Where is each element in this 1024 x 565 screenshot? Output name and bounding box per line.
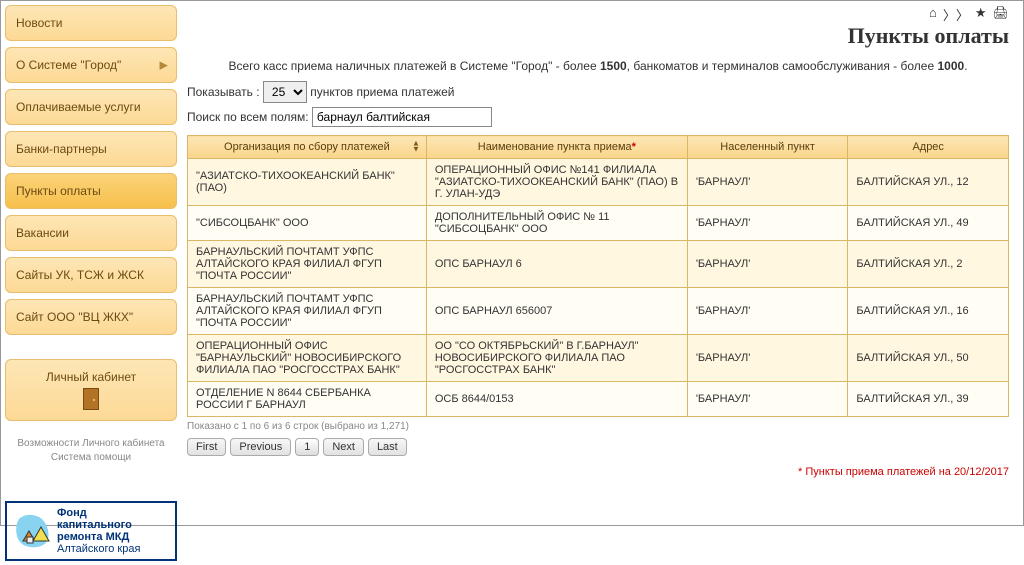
main-content: ⌂ 〉〉 ★ 🖨 Пункты оплаты Всего касс приема… bbox=[181, 1, 1023, 565]
cell-org: ОПЕРАЦИОННЫЙ ОФИС "БАРНАУЛЬСКИЙ" НОВОСИБ… bbox=[188, 335, 427, 382]
sort-icon: ▲▼ bbox=[412, 141, 420, 154]
table-info: Показано с 1 по 6 из 6 строк (выбрано из… bbox=[187, 421, 1009, 432]
sidebar-item-label: Банки-партнеры bbox=[16, 142, 107, 156]
th-name[interactable]: Наименование пункта приема* bbox=[426, 136, 687, 159]
sidebar-cabinet-label: Личный кабинет bbox=[46, 370, 136, 384]
sidebar-item-label: Вакансии bbox=[16, 226, 69, 240]
table-row: "СИБСОЦБАНК" ОООДОПОЛНИТЕЛЬНЫЙ ОФИС № 11… bbox=[188, 206, 1009, 241]
sidebar-item-label: Пункты оплаты bbox=[16, 184, 101, 198]
fund-logo-icon bbox=[13, 511, 53, 551]
table-row: "АЗИАТСКО-ТИХООКЕАНСКИЙ БАНК" (ПАО)ОПЕРА… bbox=[188, 159, 1009, 206]
page-title: Пункты оплаты bbox=[187, 23, 1009, 49]
top-icons: ⌂ 〉〉 ★ 🖨 bbox=[929, 5, 1009, 24]
footnote: * Пункты приема платежей на 20/12/2017 bbox=[187, 466, 1009, 478]
pager: First Previous 1 Next Last bbox=[187, 438, 1009, 456]
search-input[interactable] bbox=[312, 107, 492, 127]
cell-city: 'БАРНАУЛ' bbox=[687, 159, 848, 206]
sidebar-item-7[interactable]: Сайт ООО "ВЦ ЖКХ" bbox=[5, 299, 177, 335]
chevron-right-icon: ▶ bbox=[160, 59, 168, 72]
cell-org: ОТДЕЛЕНИЕ N 8644 СБЕРБАНКА РОССИИ Г БАРН… bbox=[188, 382, 427, 417]
pager-next[interactable]: Next bbox=[323, 438, 364, 456]
th-org[interactable]: Организация по сбору платежей ▲▼ bbox=[188, 136, 427, 159]
cell-org: "СИБСОЦБАНК" ООО bbox=[188, 206, 427, 241]
cell-addr: БАЛТИЙСКАЯ УЛ., 16 bbox=[848, 288, 1009, 335]
pager-last[interactable]: Last bbox=[368, 438, 407, 456]
star-icon[interactable]: ★ bbox=[975, 5, 987, 24]
sidebar: Новости О Системе "Город" ▶ Оплачиваемые ус… bbox=[1, 1, 181, 565]
th-addr[interactable]: Адрес bbox=[848, 136, 1009, 159]
cell-org: БАРНАУЛЬСКИЙ ПОЧТАМТ УФПС АЛТАЙСКОГО КРА… bbox=[188, 241, 427, 288]
cell-name: ОПС БАРНАУЛ 656007 bbox=[426, 288, 687, 335]
cell-name: ОО "СО ОКТЯБРЬСКИЙ" В Г.БАРНАУЛ" НОВОСИБ… bbox=[426, 335, 687, 382]
cell-city: 'БАРНАУЛ' bbox=[687, 241, 848, 288]
sidebar-item-label: Новости bbox=[16, 16, 62, 30]
sidebar-badge[interactable]: Фонд капитального ремонта МКД Алтайского… bbox=[5, 501, 177, 561]
cell-name: ОСБ 8644/0153 bbox=[426, 382, 687, 417]
sidebar-cabinet[interactable]: Личный кабинет bbox=[5, 359, 177, 421]
intro-text: Всего касс приема наличных платежей в Си… bbox=[187, 59, 1009, 73]
print-icon[interactable]: 🖨 bbox=[992, 5, 1009, 24]
cell-city: 'БАРНАУЛ' bbox=[687, 206, 848, 241]
sidebar-hint: Возможности Личного кабинета Система пом… bbox=[5, 437, 177, 465]
table-row: БАРНАУЛЬСКИЙ ПОЧТАМТ УФПС АЛТАЙСКОГО КРА… bbox=[188, 241, 1009, 288]
sidebar-item-0[interactable]: Новости bbox=[5, 5, 177, 41]
pager-page-1[interactable]: 1 bbox=[295, 438, 319, 456]
cell-addr: БАЛТИЙСКАЯ УЛ., 50 bbox=[848, 335, 1009, 382]
table-row: БАРНАУЛЬСКИЙ ПОЧТАМТ УФПС АЛТАЙСКОГО КРА… bbox=[188, 288, 1009, 335]
search-row: Поиск по всем полям: bbox=[187, 107, 1009, 127]
sidebar-item-label: Оплачиваемые услуги bbox=[16, 100, 141, 114]
cell-city: 'БАРНАУЛ' bbox=[687, 382, 848, 417]
cell-org: БАРНАУЛЬСКИЙ ПОЧТАМТ УФПС АЛТАЙСКОГО КРА… bbox=[188, 288, 427, 335]
sidebar-item-5[interactable]: Вакансии bbox=[5, 215, 177, 251]
pager-prev[interactable]: Previous bbox=[230, 438, 291, 456]
cell-addr: БАЛТИЙСКАЯ УЛ., 12 bbox=[848, 159, 1009, 206]
sidebar-item-label: Сайт ООО "ВЦ ЖКХ" bbox=[16, 310, 133, 324]
table-row: ОПЕРАЦИОННЫЙ ОФИС "БАРНАУЛЬСКИЙ" НОВОСИБ… bbox=[188, 335, 1009, 382]
sidebar-item-3[interactable]: Банки-партнеры bbox=[5, 131, 177, 167]
cell-org: "АЗИАТСКО-ТИХООКЕАНСКИЙ БАНК" (ПАО) bbox=[188, 159, 427, 206]
sidebar-item-4[interactable]: Пункты оплаты bbox=[5, 173, 177, 209]
cell-addr: БАЛТИЙСКАЯ УЛ., 49 bbox=[848, 206, 1009, 241]
sidebar-item-label: Сайты УК, ТСЖ и ЖСК bbox=[16, 268, 144, 282]
home-icon[interactable]: ⌂ bbox=[929, 5, 937, 24]
sidebar-badge-text: Фонд капитального ремонта МКД Алтайского… bbox=[57, 507, 140, 555]
per-page-select[interactable]: 25 bbox=[263, 81, 307, 103]
sidebar-item-2[interactable]: Оплачиваемые услуги bbox=[5, 89, 177, 125]
cell-city: 'БАРНАУЛ' bbox=[687, 288, 848, 335]
sidebar-item-6[interactable]: Сайты УК, ТСЖ и ЖСК bbox=[5, 257, 177, 293]
door-icon bbox=[83, 388, 99, 410]
show-row: Показывать : 25 пунктов приема платежей bbox=[187, 81, 1009, 103]
cell-name: ОПС БАРНАУЛ 6 bbox=[426, 241, 687, 288]
table-row: ОТДЕЛЕНИЕ N 8644 СБЕРБАНКА РОССИИ Г БАРН… bbox=[188, 382, 1009, 417]
th-city[interactable]: Населенный пункт bbox=[687, 136, 848, 159]
pager-first[interactable]: First bbox=[187, 438, 226, 456]
sidebar-item-label: О Системе "Город" bbox=[16, 58, 121, 72]
cell-name: ДОПОЛНИТЕЛЬНЫЙ ОФИС № 11 "СИБСОЦБАНК" ОО… bbox=[426, 206, 687, 241]
results-table: Организация по сбору платежей ▲▼ Наимено… bbox=[187, 135, 1009, 417]
cell-addr: БАЛТИЙСКАЯ УЛ., 39 bbox=[848, 382, 1009, 417]
cell-name: ОПЕРАЦИОННЫЙ ОФИС №141 ФИЛИАЛА "АЗИАТСКО… bbox=[426, 159, 687, 206]
sidebar-item-1[interactable]: О Системе "Город" ▶ bbox=[5, 47, 177, 83]
cell-addr: БАЛТИЙСКАЯ УЛ., 2 bbox=[848, 241, 1009, 288]
rss-icon[interactable]: 〉〉 bbox=[943, 5, 969, 24]
cell-city: 'БАРНАУЛ' bbox=[687, 335, 848, 382]
